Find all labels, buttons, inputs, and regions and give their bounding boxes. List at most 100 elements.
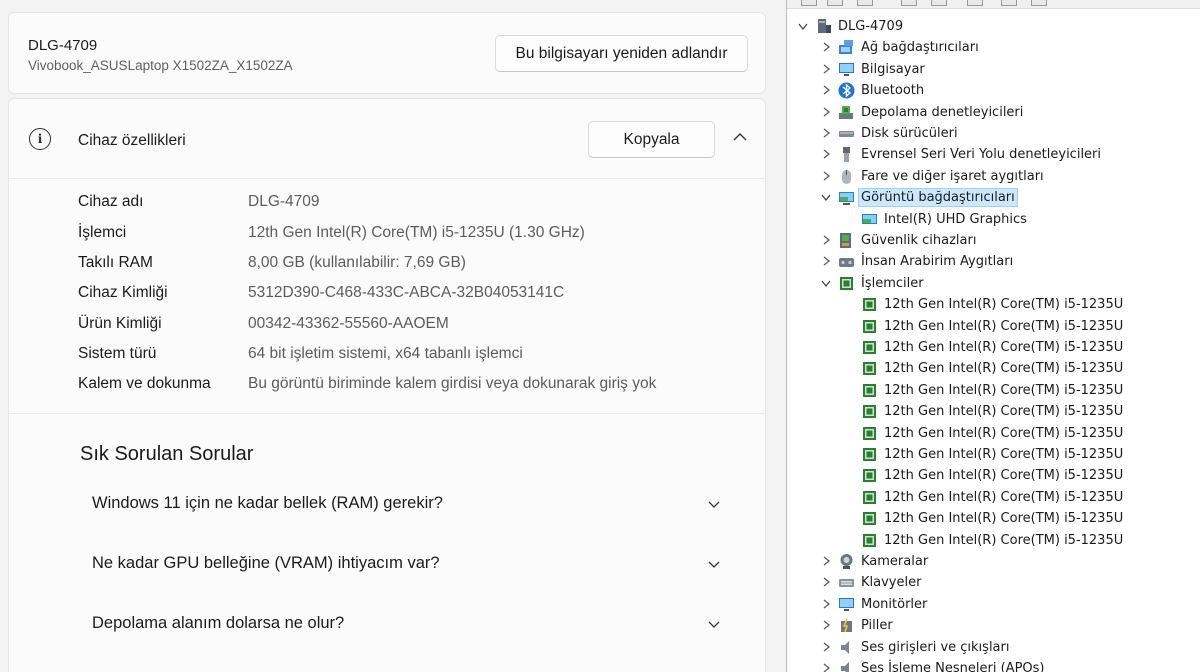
chevron-right-icon[interactable]: [820, 576, 832, 588]
tree-category[interactable]: Ağ bağdaştırıcıları: [787, 37, 1200, 58]
tree-item-label: İnsan Arabirim Aygıtları: [861, 254, 1014, 270]
toolbar-remove-button[interactable]: [1031, 0, 1047, 6]
faq-question: Ne kadar GPU belleğine (VRAM) ihtiyacım …: [92, 554, 440, 572]
tree-device[interactable]: 12th Gen Intel(R) Core(TM) i5-1235U: [787, 508, 1200, 529]
tree-device[interactable]: Intel(R) UHD Graphics: [787, 209, 1200, 230]
tree-item-label: Monitörler: [861, 596, 928, 612]
tree-category[interactable]: Klavyeler: [787, 572, 1200, 593]
tree-category[interactable]: Bilgisayar: [787, 59, 1200, 80]
tree-device[interactable]: 12th Gen Intel(R) Core(TM) i5-1235U: [787, 465, 1200, 486]
copy-button[interactable]: Kopyala: [588, 121, 715, 158]
audio-processing-icon: [841, 662, 849, 672]
tree-category[interactable]: İnsan Arabirim Aygıtları: [787, 251, 1200, 272]
tree-item-label: 12th Gen Intel(R) Core(TM) i5-1235U: [884, 425, 1124, 441]
device-header-card: DLG-4709 Vivobook_ASUSLaptop X1502ZA_X15…: [8, 12, 766, 94]
tree-category[interactable]: Bluetooth: [787, 80, 1200, 101]
tree-item-label: 12th Gen Intel(R) Core(TM) i5-1235U: [884, 404, 1124, 420]
tree-device[interactable]: 12th Gen Intel(R) Core(TM) i5-1235U: [787, 294, 1200, 315]
chevron-up-icon[interactable]: [731, 128, 749, 146]
chevron-right-icon[interactable]: [820, 255, 832, 267]
chevron-right-icon[interactable]: [820, 641, 832, 653]
tree-item-label: 12th Gen Intel(R) Core(TM) i5-1235U: [884, 382, 1124, 398]
tree-device[interactable]: 12th Gen Intel(R) Core(TM) i5-1235U: [787, 423, 1200, 444]
tree-category[interactable]: Fare ve diğer işaret aygıtları: [787, 166, 1200, 187]
tree-device[interactable]: 12th Gen Intel(R) Core(TM) i5-1235U: [787, 380, 1200, 401]
faq-item[interactable]: Windows 11 için ne kadar bellek (RAM) ge…: [78, 482, 738, 526]
toolbar-view-button[interactable]: [931, 0, 947, 6]
tree-category[interactable]: Ses girişleri ve çıkışları: [787, 637, 1200, 658]
tree-item-label: 12th Gen Intel(R) Core(TM) i5-1235U: [884, 468, 1124, 484]
processor-icon: [863, 341, 876, 354]
tree-category[interactable]: Disk sürücüleri: [787, 123, 1200, 144]
processor-icon: [863, 319, 876, 333]
spec-value: 8,00 GB (kullanılabilir: 7,69 GB): [248, 254, 466, 271]
chevron-right-icon[interactable]: [820, 84, 832, 96]
toolbar-forward-button[interactable]: [827, 0, 843, 6]
faq-item[interactable]: Depolama alanım dolarsa ne olur?: [78, 602, 738, 646]
tree-category[interactable]: Güvenlik cihazları: [787, 230, 1200, 251]
chevron-down-icon[interactable]: [820, 277, 832, 289]
tree-category[interactable]: Görüntü bağdaştırıcıları: [787, 187, 1200, 208]
tree-category[interactable]: Depolama denetleyicileri: [787, 102, 1200, 123]
chevron-right-icon[interactable]: [820, 662, 832, 672]
tree-device[interactable]: 12th Gen Intel(R) Core(TM) i5-1235U: [787, 358, 1200, 379]
toolbar-scan-button[interactable]: [1001, 0, 1017, 6]
device-specs-header[interactable]: i Cihaz özellikleri Kopyala: [9, 99, 765, 179]
spec-row: Takılı RAM 8,00 GB (kullanılabilir: 7,69…: [9, 249, 765, 279]
spec-label: Cihaz adı: [78, 193, 144, 210]
tree-device[interactable]: 12th Gen Intel(R) Core(TM) i5-1235U: [787, 444, 1200, 465]
toolbar-update-driver-button[interactable]: [967, 0, 983, 6]
spec-row: Cihaz Kimliği 5312D390-C468-433C-ABCA-32…: [9, 279, 765, 309]
tree-item-label: 12th Gen Intel(R) Core(TM) i5-1235U: [884, 447, 1124, 462]
toolbar-properties-button[interactable]: [857, 0, 873, 6]
chevron-right-icon[interactable]: [820, 598, 832, 610]
processor-icon: [863, 405, 876, 419]
toolbar-help-button[interactable]: [901, 0, 917, 6]
tree-device[interactable]: 12th Gen Intel(R) Core(TM) i5-1235U: [787, 316, 1200, 337]
faq-question: Depolama alanım dolarsa ne olur?: [92, 614, 345, 632]
spec-row: Ürün Kimliği 00342-43362-55560-AAOEM: [9, 310, 765, 340]
tree-device[interactable]: 12th Gen Intel(R) Core(TM) i5-1235U: [787, 530, 1200, 551]
faq-question: Windows 11 için ne kadar bellek (RAM) ge…: [92, 494, 443, 512]
rename-pc-button[interactable]: Bu bilgisayarı yeniden adlandır: [495, 35, 748, 72]
toolbar-back-button[interactable]: [801, 0, 817, 6]
chevron-down-icon: [708, 621, 720, 628]
tree-device[interactable]: 12th Gen Intel(R) Core(TM) i5-1235U: [787, 487, 1200, 508]
display-adapter-icon: [839, 192, 854, 206]
chevron-right-icon[interactable]: [820, 63, 832, 75]
chevron-down-icon[interactable]: [820, 191, 832, 203]
spec-value: 00342-43362-55560-AAOEM: [248, 315, 449, 332]
chevron-right-icon[interactable]: [820, 555, 832, 567]
faq-item[interactable]: Ne kadar GPU belleğine (VRAM) ihtiyacım …: [78, 542, 738, 586]
tree-category[interactable]: Evrensel Seri Veri Yolu denetleyicileri: [787, 144, 1200, 165]
spec-label: İşlemci: [78, 224, 127, 241]
spec-row: Sistem türü 64 bit işletim sistemi, x64 …: [9, 340, 765, 370]
tree-root[interactable]: DLG-4709: [787, 16, 1200, 37]
chevron-right-icon[interactable]: [820, 619, 832, 631]
spec-row: İşlemci 12th Gen Intel(R) Core(TM) i5-12…: [9, 219, 765, 249]
usb-icon: [843, 147, 850, 163]
chevron-right-icon[interactable]: [820, 106, 832, 118]
chevron-right-icon[interactable]: [820, 127, 832, 139]
tree-category[interactable]: İşlemciler: [787, 273, 1200, 294]
chevron-right-icon[interactable]: [820, 234, 832, 246]
hid-icon: [839, 258, 854, 268]
tree-device[interactable]: 12th Gen Intel(R) Core(TM) i5-1235U: [787, 401, 1200, 422]
tree-category[interactable]: Piller: [787, 615, 1200, 636]
tree-category[interactable]: Ses İşleme Nesneleri (APOs): [787, 658, 1200, 672]
tree-device[interactable]: 12th Gen Intel(R) Core(TM) i5-1235U: [787, 337, 1200, 358]
battery-icon: [841, 618, 852, 633]
tree-item-label: DLG-4709: [838, 19, 904, 34]
keyboard-icon: [839, 579, 854, 588]
bluetooth-icon: [838, 82, 855, 99]
chevron-down-icon[interactable]: [797, 20, 809, 32]
chevron-right-icon[interactable]: [820, 41, 832, 53]
tree-category[interactable]: Monitörler: [787, 594, 1200, 615]
tree-category[interactable]: Kameralar: [787, 551, 1200, 572]
spec-value: Bu görüntü biriminde kalem girdisi veya …: [248, 375, 657, 392]
chevron-right-icon[interactable]: [820, 148, 832, 160]
spec-value: 12th Gen Intel(R) Core(TM) i5-1235U (1.3…: [248, 224, 585, 241]
chevron-right-icon[interactable]: [820, 170, 832, 182]
camera-icon: [840, 554, 853, 569]
spec-value: DLG-4709: [248, 193, 320, 210]
